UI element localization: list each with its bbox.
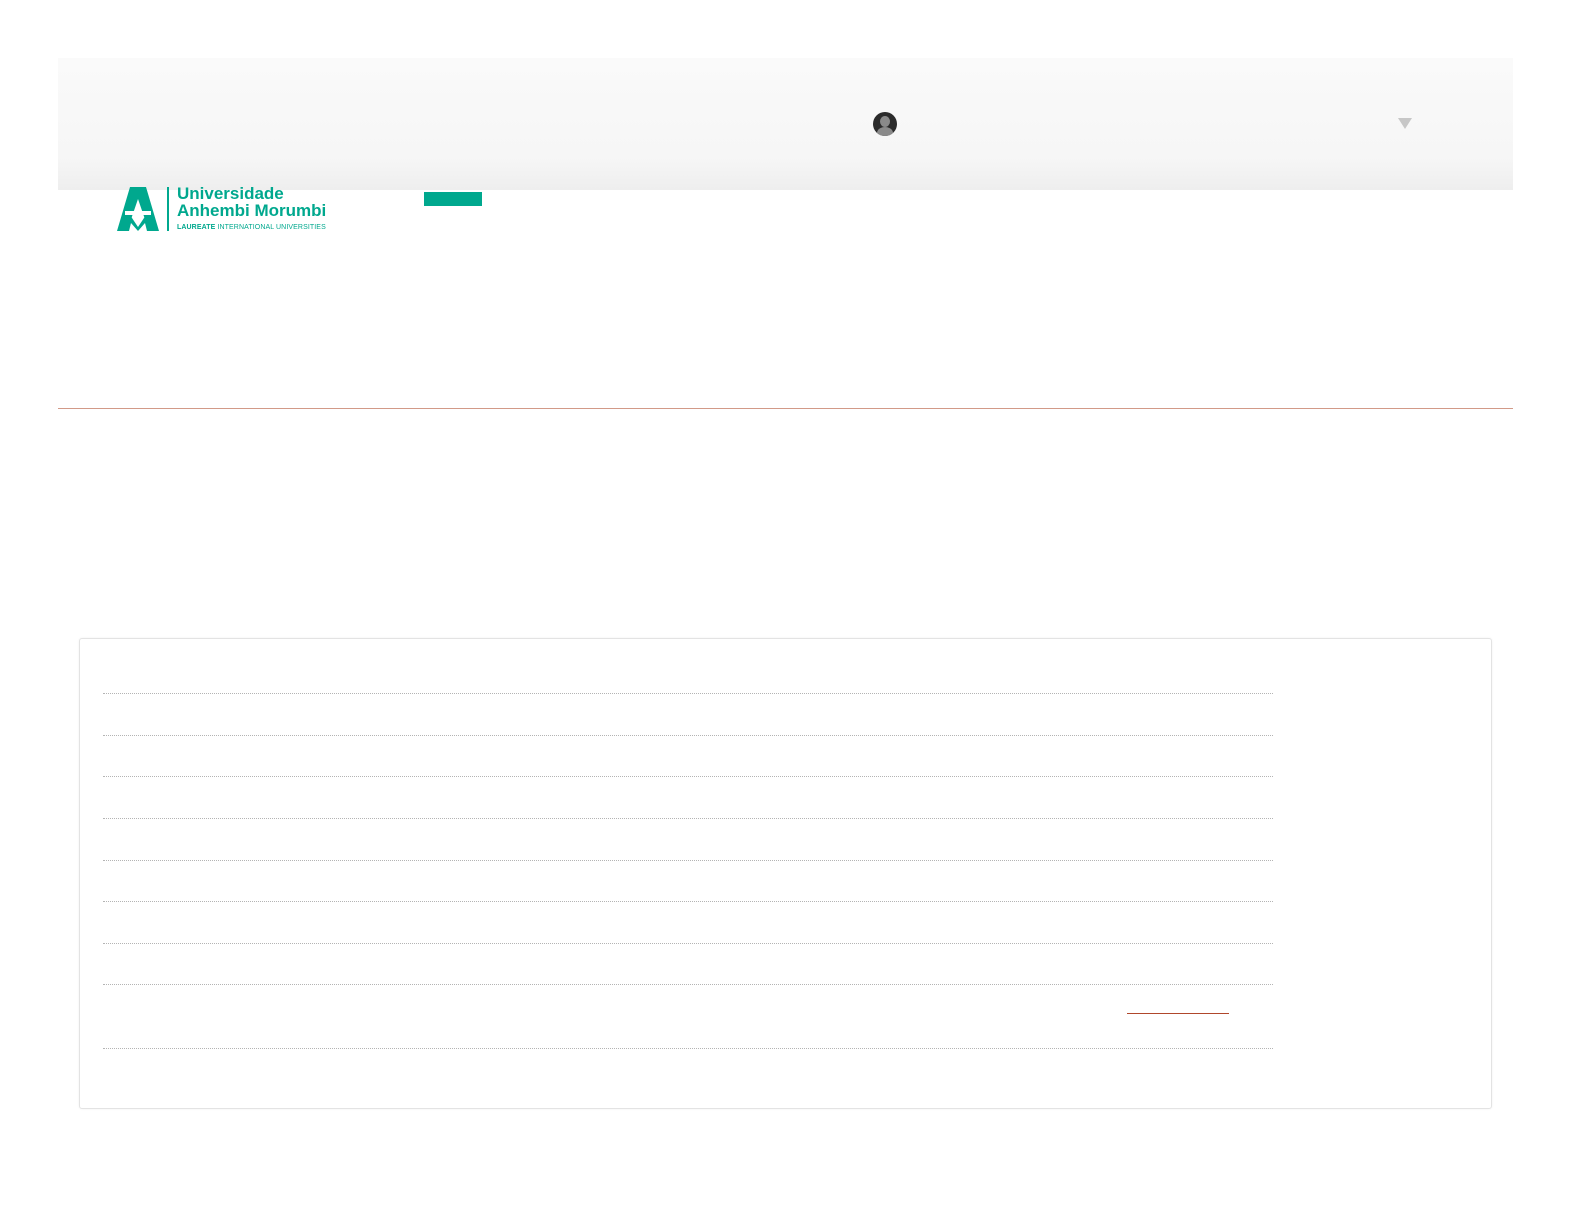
logo-mark-icon xyxy=(117,187,159,231)
table-row xyxy=(103,776,1273,777)
table-row xyxy=(103,860,1273,861)
logo-tagline: LAUREATE INTERNATIONAL UNIVERSITIES xyxy=(177,224,326,231)
logo-text-line2: Anhembi Morumbi xyxy=(177,201,327,220)
page: Universidade Anhembi Morumbi LAUREATE IN… xyxy=(0,0,1584,1224)
table-row xyxy=(103,818,1273,819)
table-row xyxy=(103,693,1273,694)
table-row xyxy=(103,1048,1273,1049)
table-row xyxy=(103,984,1273,985)
section-divider xyxy=(58,408,1513,409)
user-avatar-icon[interactable] xyxy=(873,112,897,136)
logo-tagline-rest: INTERNATIONAL UNIVERSITIES xyxy=(215,224,326,231)
logo-divider xyxy=(167,187,169,231)
university-logo[interactable]: Universidade Anhembi Morumbi LAUREATE IN… xyxy=(116,185,336,235)
caret-down-icon[interactable] xyxy=(1398,118,1412,129)
avatar-body-shape xyxy=(877,127,893,136)
card-link[interactable] xyxy=(1127,1013,1229,1014)
logo-text-line1: Universidade xyxy=(177,184,284,203)
table-row xyxy=(103,943,1273,944)
content-card xyxy=(79,638,1492,1109)
avatar-head-shape xyxy=(880,116,890,127)
active-nav-indicator xyxy=(424,192,482,206)
table-row xyxy=(103,901,1273,902)
table-row xyxy=(103,735,1273,736)
logo-tagline-bold: LAUREATE xyxy=(177,224,216,231)
top-bar xyxy=(58,58,1513,190)
